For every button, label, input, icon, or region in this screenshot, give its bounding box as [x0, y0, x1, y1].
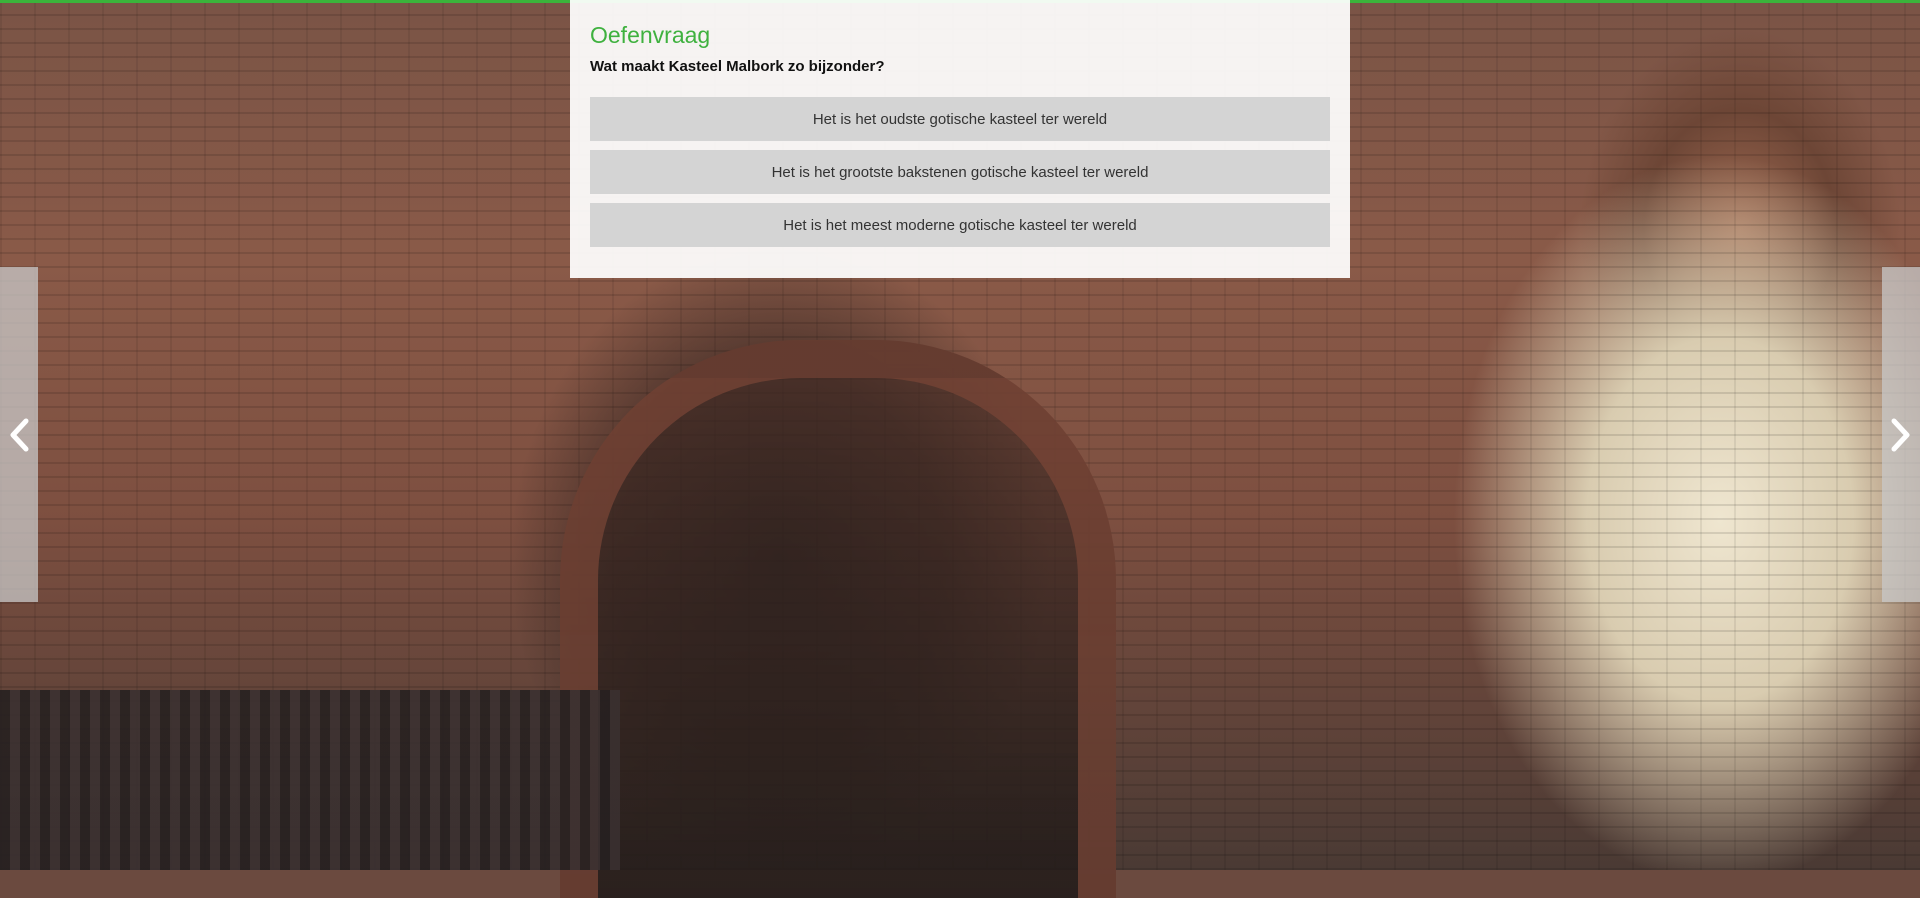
answer-option-3[interactable]: Het is het meest moderne gotische kastee… [590, 203, 1330, 247]
quiz-title: Oefenvraag [590, 22, 711, 48]
iron-fence [0, 690, 620, 870]
chevron-right-icon [1891, 418, 1910, 451]
quiz-question: Wat maakt Kasteel Malbork zo bijzonder? [590, 58, 885, 75]
chevron-left-icon [10, 418, 29, 451]
answer-option-1[interactable]: Het is het oudste gotische kasteel ter w… [590, 97, 1330, 141]
next-slide-button[interactable] [1882, 267, 1920, 602]
quiz-panel: Oefenvraag Wat maakt Kasteel Malbork zo … [570, 0, 1350, 278]
answer-option-2[interactable]: Het is het grootste bakstenen gotische k… [590, 150, 1330, 194]
gothic-archway [560, 340, 1116, 898]
previous-slide-button[interactable] [0, 267, 38, 602]
